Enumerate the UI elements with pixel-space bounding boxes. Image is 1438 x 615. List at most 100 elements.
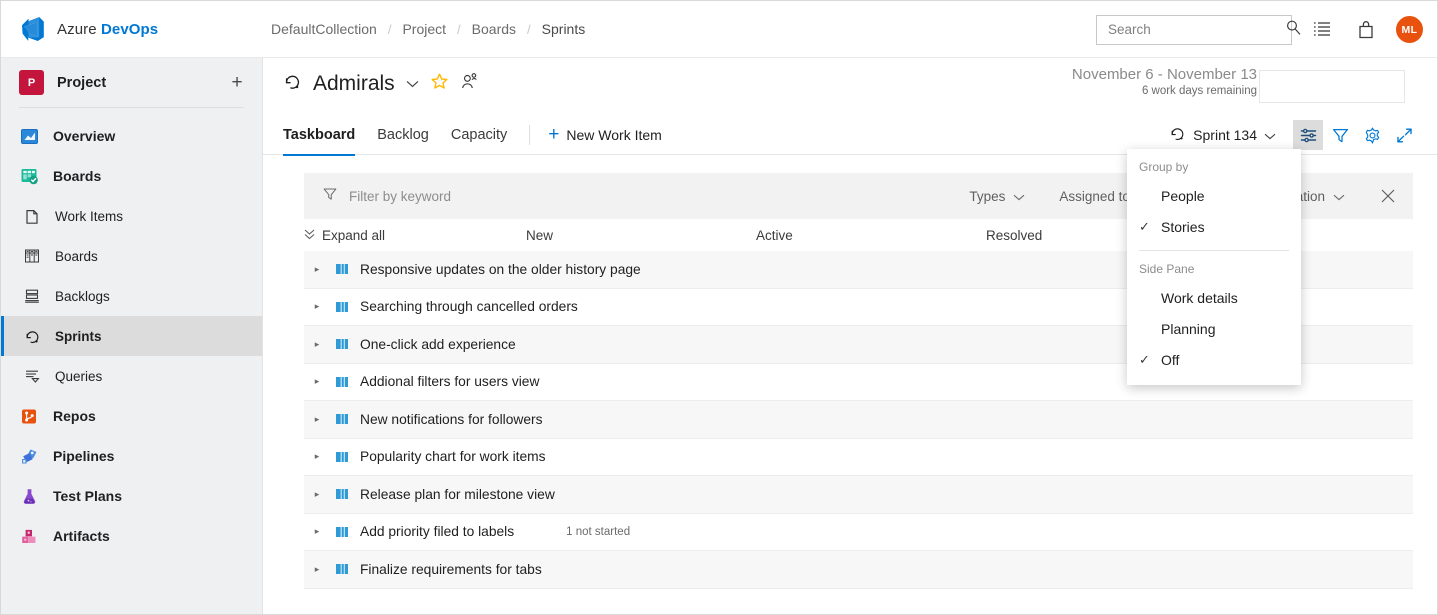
gear-icon[interactable]: [1357, 120, 1387, 150]
sidebar-item-queries[interactable]: Queries: [1, 356, 262, 396]
boards-icon: [19, 166, 39, 186]
tab-capacity[interactable]: Capacity: [451, 115, 507, 155]
expand-row-icon[interactable]: ▸: [310, 564, 324, 575]
row-title[interactable]: Add priority filed to labels: [360, 524, 514, 539]
view-options-sliders-icon[interactable]: [1293, 120, 1323, 150]
sidebar-item-backlogs[interactable]: Backlogs: [1, 276, 262, 316]
filter-dropdown-label: Types: [969, 189, 1005, 204]
table-row[interactable]: ▸ New notifications for followers: [304, 401, 1413, 439]
sidebar-item-repos[interactable]: Repos: [1, 396, 262, 436]
page-title: Admirals: [313, 72, 395, 96]
team-icon[interactable]: [460, 72, 479, 96]
sprint-date-range: November 6 - November 13 6 work days rem…: [1072, 66, 1257, 97]
breadcrumb-project[interactable]: Project: [402, 21, 446, 37]
row-title[interactable]: Addional filters for users view: [360, 374, 539, 389]
close-x-icon[interactable]: [1375, 183, 1401, 209]
chevron-down-icon: [1333, 189, 1345, 204]
funnel-filter-icon[interactable]: [1325, 120, 1355, 150]
filter-keyword-input[interactable]: [349, 189, 609, 204]
row-title[interactable]: Popularity chart for work items: [360, 449, 546, 464]
sidebar-item-label: Queries: [55, 369, 102, 384]
tab-backlog[interactable]: Backlog: [377, 115, 429, 155]
keyword-filter[interactable]: [322, 186, 935, 207]
row-title[interactable]: One-click add experience: [360, 337, 516, 352]
menu-section-side-pane-header: Side Pane: [1127, 260, 1301, 282]
menu-item-work-details[interactable]: Work details: [1127, 282, 1301, 313]
sprint-picker-button[interactable]: Sprint 134: [1160, 120, 1285, 150]
star-icon[interactable]: [430, 72, 449, 96]
filter-dropdown-types[interactable]: Types: [969, 189, 1025, 204]
table-row[interactable]: ▸ Add priority filed to labels 1 not sta…: [304, 514, 1413, 552]
sidebar-item-sprints[interactable]: Sprints: [1, 316, 262, 356]
table-row[interactable]: ▸ Release plan for milestone view: [304, 476, 1413, 514]
user-story-icon: [334, 411, 350, 427]
breadcrumb-collection[interactable]: DefaultCollection: [271, 21, 377, 37]
sidebar-item-boards-sub[interactable]: Boards: [1, 236, 262, 276]
expand-row-icon[interactable]: ▸: [310, 339, 324, 350]
tab-taskboard[interactable]: Taskboard: [283, 115, 355, 155]
search-input[interactable]: [1108, 22, 1285, 37]
sidebar-item-label: Repos: [53, 408, 96, 424]
expand-row-icon[interactable]: ▸: [310, 264, 324, 275]
user-story-icon: [334, 299, 350, 315]
test-plans-icon: [19, 486, 39, 506]
work-items-icon: [23, 207, 41, 225]
sprint-picker-label: Sprint 134: [1193, 127, 1257, 143]
expand-all-label: Expand all: [322, 228, 385, 243]
breadcrumb: DefaultCollection / Project / Boards / S…: [271, 21, 585, 37]
date-range-label: November 6 - November 13: [1072, 66, 1257, 83]
chevron-down-icon[interactable]: [406, 77, 419, 91]
sidebar-item-work-items[interactable]: Work Items: [1, 196, 262, 236]
sidebar-item-overview[interactable]: Overview: [1, 116, 262, 156]
global-search[interactable]: [1096, 15, 1292, 45]
repos-icon: [19, 406, 39, 426]
expand-row-icon[interactable]: ▸: [310, 526, 324, 537]
menu-item-label: Stories: [1161, 219, 1205, 235]
menu-item-people[interactable]: People: [1127, 180, 1301, 211]
breadcrumb-sprints[interactable]: Sprints: [542, 21, 586, 37]
full-screen-arrows-icon[interactable]: [1389, 120, 1419, 150]
expand-row-icon[interactable]: ▸: [310, 414, 324, 425]
search-icon[interactable]: [1285, 19, 1302, 41]
filter-dropdown-label: Assigned to: [1059, 189, 1130, 204]
list-icon[interactable]: [1308, 16, 1336, 44]
expand-row-icon[interactable]: ▸: [310, 301, 324, 312]
row-title[interactable]: Responsive updates on the older history …: [360, 262, 641, 277]
sidebar-item-artifacts[interactable]: Artifacts: [1, 516, 262, 556]
row-title[interactable]: Release plan for milestone view: [360, 487, 555, 502]
menu-item-stories[interactable]: ✓ Stories: [1127, 211, 1301, 242]
project-name: Project: [57, 75, 213, 91]
sprint-header: Admirals: [263, 58, 1438, 110]
expand-row-icon[interactable]: ▸: [310, 451, 324, 462]
expand-row-icon[interactable]: ▸: [310, 489, 324, 500]
board-grid-icon: [23, 247, 41, 265]
new-work-item-label: New Work Item: [566, 127, 661, 143]
project-header[interactable]: P Project +: [1, 58, 262, 107]
sidebar-item-boards[interactable]: Boards: [1, 156, 262, 196]
organization-home-link[interactable]: Azure DevOps: [1, 1, 263, 58]
user-story-icon: [334, 261, 350, 277]
table-row[interactable]: ▸ Finalize requirements for tabs: [304, 551, 1413, 589]
check-icon: ✓: [1139, 352, 1161, 368]
sidebar-item-pipelines[interactable]: Pipelines: [1, 436, 262, 476]
avatar[interactable]: ML: [1396, 16, 1423, 43]
sidebar-item-test-plans[interactable]: Test Plans: [1, 476, 262, 516]
menu-item-off[interactable]: ✓ Off: [1127, 344, 1301, 375]
sidebar-item-label: Boards: [55, 249, 98, 264]
new-work-item-button[interactable]: + New Work Item: [548, 125, 662, 144]
artifacts-icon: [19, 526, 39, 546]
breadcrumb-boards[interactable]: Boards: [472, 21, 516, 37]
menu-item-planning[interactable]: Planning: [1127, 313, 1301, 344]
row-title[interactable]: Searching through cancelled orders: [360, 299, 578, 314]
row-title[interactable]: New notifications for followers: [360, 412, 543, 427]
table-row[interactable]: ▸ Popularity chart for work items: [304, 439, 1413, 477]
user-story-icon: [334, 561, 350, 577]
row-title[interactable]: Finalize requirements for tabs: [360, 562, 542, 577]
sidebar-item-label: Work Items: [55, 209, 123, 224]
expand-row-icon[interactable]: ▸: [310, 376, 324, 387]
chevron-down-icon: [1013, 189, 1025, 204]
expand-all-button[interactable]: Expand all: [304, 228, 526, 243]
sidebar-item-label: Pipelines: [53, 448, 114, 464]
marketplace-bag-icon[interactable]: [1352, 16, 1380, 44]
add-new-button[interactable]: +: [226, 72, 248, 94]
